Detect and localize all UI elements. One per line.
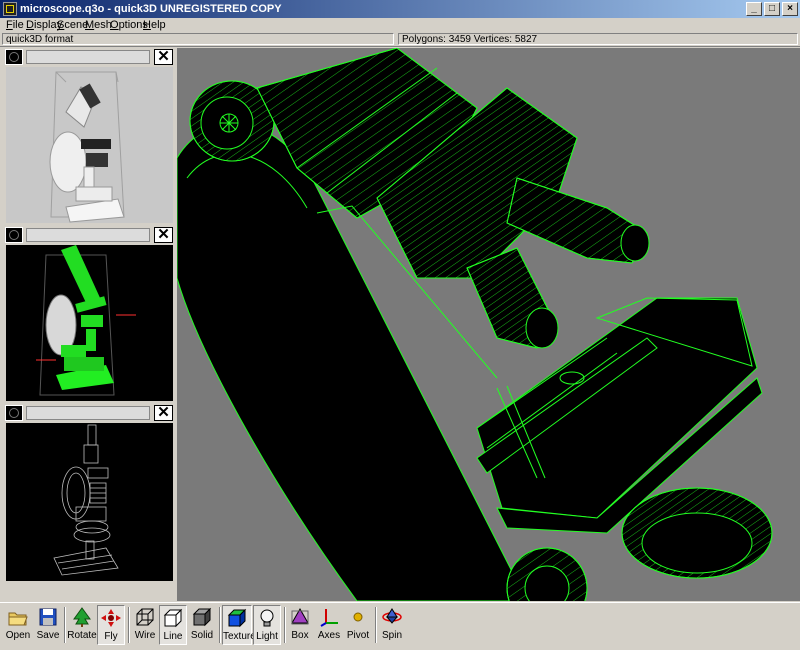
- bounding-box-icon: [289, 607, 311, 627]
- folder-icon: [7, 607, 29, 627]
- view-options-button[interactable]: [5, 405, 23, 421]
- window-title: microscope.q3o - quick3D UNREGISTERED CO…: [20, 3, 282, 15]
- close-button[interactable]: ×: [782, 2, 798, 16]
- spin-icon: [381, 607, 403, 627]
- status-format: quick3D format: [2, 33, 394, 45]
- toolbar-separator: [219, 607, 221, 643]
- selected-preview-view[interactable]: [6, 245, 173, 401]
- menu-scene[interactable]: Scene: [57, 19, 88, 31]
- status-bar: quick3D format Polygons: 3459 Vertices: …: [0, 32, 800, 47]
- toolbar-separator: [284, 607, 286, 643]
- pivot-label: Pivot: [346, 630, 370, 641]
- menu-display-key: D: [26, 19, 34, 31]
- pivot-button[interactable]: Pivot: [344, 605, 372, 645]
- preview-panel: ✕ ✕ ✕: [4, 48, 175, 582]
- thumbnail-header: ✕: [4, 404, 175, 422]
- texture-cube-icon: [226, 608, 248, 628]
- thumbnail-wire[interactable]: ✕: [4, 404, 175, 582]
- tree-icon: [71, 607, 93, 627]
- view-options-button[interactable]: [5, 49, 23, 65]
- status-stats: Polygons: 3459 Vertices: 5827: [398, 33, 798, 45]
- view-options-button[interactable]: [5, 227, 23, 243]
- menu-file-key: F: [6, 19, 13, 31]
- open-label: Open: [5, 630, 31, 641]
- menu-mesh[interactable]: Mesh: [85, 19, 112, 31]
- texture-label: Texture: [223, 631, 256, 642]
- open-button[interactable]: Open: [3, 605, 33, 645]
- solid-button[interactable]: Solid: [188, 605, 216, 645]
- title-bar: microscope.q3o - quick3D UNREGISTERED CO…: [0, 0, 800, 18]
- fly-label: Fly: [104, 631, 118, 642]
- axes-button[interactable]: Axes: [315, 605, 343, 645]
- light-label: Light: [256, 631, 278, 642]
- menu-file[interactable]: File: [6, 19, 24, 31]
- menu-mesh-key: M: [85, 19, 95, 31]
- spin-label: Spin: [381, 630, 402, 641]
- thumbnail-title-bar[interactable]: [26, 50, 150, 64]
- minimize-button[interactable]: _: [746, 2, 762, 16]
- box-button[interactable]: Box: [287, 605, 313, 645]
- solid-cube-icon: [191, 607, 213, 627]
- thumbnail-selected[interactable]: ✕: [4, 226, 175, 402]
- menu-help-key: H: [143, 19, 151, 31]
- wire-preview-view[interactable]: [6, 423, 173, 581]
- line-cube-icon: [162, 608, 184, 628]
- main-viewport[interactable]: [177, 48, 800, 601]
- close-thumbnail-button[interactable]: ✕: [154, 227, 173, 243]
- toolbar-separator: [375, 607, 377, 643]
- fly-button[interactable]: Fly: [97, 605, 125, 645]
- wire-cube-icon: [134, 607, 156, 627]
- menu-options-key: O: [110, 19, 119, 31]
- save-label: Save: [36, 630, 60, 641]
- save-button[interactable]: Save: [34, 605, 62, 645]
- menu-bar: File Display Scene Mesh Options Help: [0, 18, 800, 32]
- wireframe-model: [177, 48, 773, 601]
- close-thumbnail-button[interactable]: ✕: [154, 49, 173, 65]
- menu-help-rest: elp: [150, 19, 166, 31]
- line-label: Line: [163, 631, 183, 642]
- solid-label: Solid: [190, 630, 214, 641]
- wire-button[interactable]: Wire: [131, 605, 159, 645]
- solid-preview-view[interactable]: [6, 67, 173, 223]
- axes-label: Axes: [317, 630, 341, 641]
- close-thumbnail-button[interactable]: ✕: [154, 405, 173, 421]
- texture-button[interactable]: Texture: [222, 605, 256, 645]
- toolbar: Open Save Rotate Fly Wire Line Solid Tex…: [0, 602, 800, 650]
- box-label: Box: [291, 630, 309, 641]
- rotate-button[interactable]: Rotate: [67, 605, 97, 645]
- toolbar-separator: [64, 607, 66, 643]
- pivot-icon: [347, 607, 369, 627]
- move-arrows-icon: [100, 608, 122, 628]
- wire-label: Wire: [134, 630, 156, 641]
- spin-button[interactable]: Spin: [378, 605, 406, 645]
- thumbnail-header: ✕: [4, 226, 175, 244]
- thumbnail-solid[interactable]: ✕: [4, 48, 175, 224]
- line-button[interactable]: Line: [159, 605, 187, 645]
- thumbnail-title-bar[interactable]: [26, 228, 150, 242]
- menu-file-rest: ile: [12, 19, 24, 31]
- maximize-button[interactable]: □: [764, 2, 780, 16]
- light-button[interactable]: Light: [253, 605, 281, 645]
- thumbnail-title-bar[interactable]: [26, 406, 150, 420]
- toolbar-separator: [128, 607, 130, 643]
- app-icon[interactable]: [3, 2, 17, 16]
- rotate-label: Rotate: [67, 630, 97, 641]
- thumbnail-header: ✕: [4, 48, 175, 66]
- floppy-disk-icon: [37, 607, 59, 627]
- lightbulb-icon: [256, 608, 278, 628]
- menu-help[interactable]: Help: [143, 19, 166, 31]
- axes-icon: [318, 607, 340, 627]
